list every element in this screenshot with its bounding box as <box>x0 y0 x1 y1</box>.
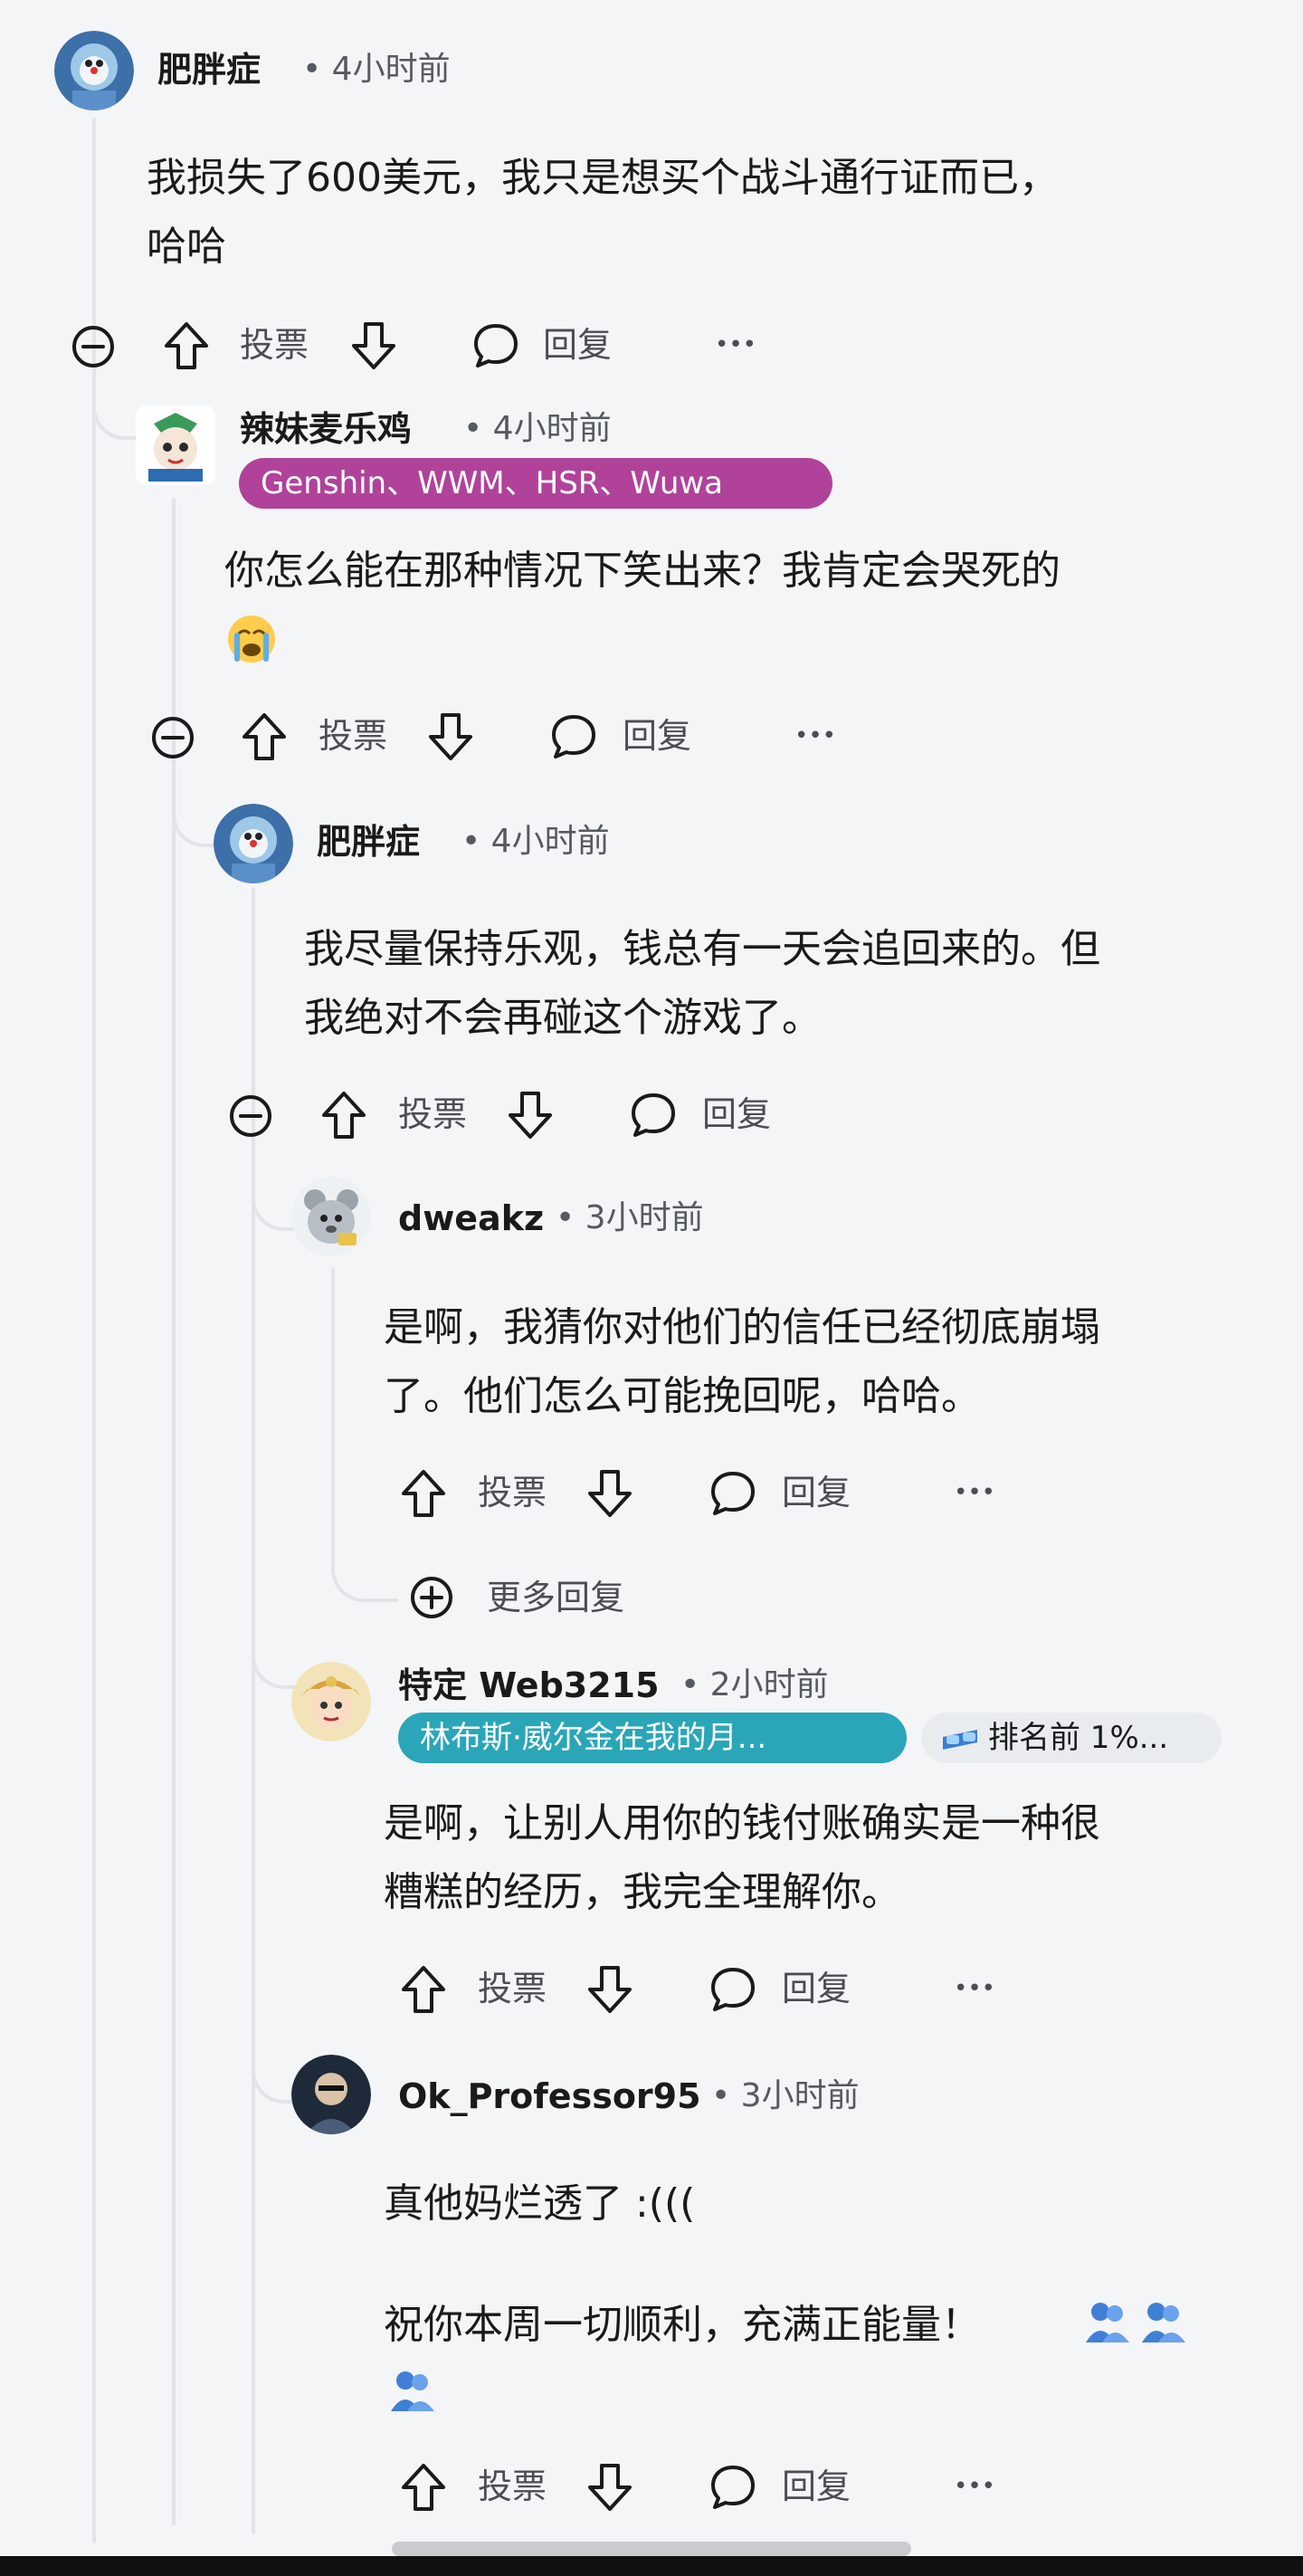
avatar[interactable] <box>291 1177 371 1256</box>
rank-label: 排名前 1%... <box>988 1720 1169 1756</box>
people-emoji <box>387 2366 438 2417</box>
more-icon[interactable]: ••• <box>954 2465 995 2508</box>
upvote-icon[interactable] <box>161 319 212 377</box>
comment-text-line: 我尽量保持乐观，钱总有一天会追回来的。但 <box>304 926 1100 972</box>
upvote-icon[interactable] <box>398 1466 449 1524</box>
reply-label[interactable]: 回复 <box>782 2465 851 2508</box>
timestamp: • 4小时前 <box>463 410 612 447</box>
vote-label: 投票 <box>478 2466 547 2506</box>
more-icon[interactable]: ••• <box>954 1967 995 2010</box>
people-emoji <box>1138 2297 1189 2348</box>
downvote-icon[interactable] <box>425 710 476 768</box>
comment-text-line: 真他妈烂透了 :((( <box>384 2180 696 2227</box>
vote-label: 投票 <box>478 1473 547 1512</box>
avatar[interactable] <box>214 804 293 883</box>
comment-text-line: 我损失了600美元，我只是想买个战斗通行证而已， <box>147 155 1059 201</box>
comment-text-line: 哈哈 <box>147 224 226 270</box>
upvote-icon[interactable] <box>319 1088 369 1146</box>
downvote-icon[interactable] <box>585 2460 635 2518</box>
user-flair: Genshin、WWM、HSR、Wuwa <box>239 458 832 509</box>
downvote-icon[interactable] <box>348 319 399 377</box>
timestamp: • 4小时前 <box>302 51 451 88</box>
more-replies-link[interactable]: 更多回复 <box>487 1576 624 1619</box>
reply-label[interactable]: 回复 <box>623 714 691 758</box>
timestamp: • 3小时前 <box>711 2077 860 2114</box>
avatar[interactable] <box>136 405 215 485</box>
more-icon[interactable]: ••• <box>954 1471 995 1514</box>
reply-label[interactable]: 回复 <box>782 1471 851 1514</box>
upvote-icon[interactable] <box>398 1962 449 2020</box>
comment-text-line: 你怎么能在那种情况下笑出来？我肯定会哭死的 <box>224 548 1060 594</box>
thread-line-1 <box>92 118 96 2543</box>
crying-emoji <box>226 614 277 664</box>
comment-icon[interactable] <box>708 2462 758 2516</box>
more-icon[interactable]: ••• <box>715 323 756 367</box>
username[interactable]: 辣妹麦乐鸡 <box>240 407 412 451</box>
collapse-icon[interactable] <box>150 715 195 764</box>
navigation-bar <box>0 2556 1303 2576</box>
comment-icon[interactable] <box>708 1468 758 1522</box>
vote-label: 投票 <box>478 1969 547 2008</box>
expand-icon[interactable] <box>409 1575 454 1624</box>
upvote-icon[interactable] <box>239 710 290 768</box>
timestamp: • 4小时前 <box>461 823 610 860</box>
reply-label[interactable]: 回复 <box>702 1092 771 1136</box>
timestamp: • 3小时前 <box>556 1199 704 1236</box>
comment-text-line: 糟糕的经历，我完全理解你。 <box>384 1869 901 1915</box>
vote-label: 投票 <box>398 1094 468 1134</box>
reply-label[interactable]: 回复 <box>782 1967 851 2010</box>
timestamp: • 2小时前 <box>680 1666 829 1703</box>
comment-text-line: 我绝对不会再碰这个游戏了。 <box>304 995 822 1041</box>
people-emoji <box>1082 2297 1133 2348</box>
upvote-icon[interactable] <box>398 2460 449 2518</box>
more-icon[interactable]: ••• <box>794 714 836 758</box>
comment-text-line: 了。他们怎么可能挽回呢，哈哈。 <box>384 1373 981 1419</box>
reply-label[interactable]: 回复 <box>543 323 612 367</box>
username[interactable]: 特定 Web3215 <box>398 1664 660 1707</box>
thread-elbow-4 <box>331 1539 398 1602</box>
avatar[interactable] <box>291 1662 371 1741</box>
collapse-icon[interactable] <box>71 324 116 373</box>
username[interactable]: 肥胖症 <box>317 820 420 863</box>
comment-text-line: 祝你本周一切顺利，充满正能量！ <box>384 2302 981 2348</box>
comment-text-line: 是啊，我猜你对他们的信任已经彻底崩塌 <box>384 1304 1100 1350</box>
vote-label: 投票 <box>240 325 309 365</box>
downvote-icon[interactable] <box>505 1088 556 1146</box>
thread-elbow-1 <box>92 364 141 440</box>
vote-label: 投票 <box>319 716 388 756</box>
collapse-icon[interactable] <box>228 1093 273 1142</box>
thread-elbow-5 <box>252 1629 300 1689</box>
comment-icon[interactable] <box>548 711 599 766</box>
scroll-indicator[interactable] <box>392 2542 911 2556</box>
user-flair: 林布斯·威尔金在我的月... <box>398 1713 907 1763</box>
avatar[interactable] <box>54 31 134 110</box>
comment-text-line: 是啊，让别人用你的钱付账确实是一种很 <box>384 1800 1100 1846</box>
username[interactable]: Ok_Professor95 <box>398 2075 701 2118</box>
comment-icon[interactable] <box>471 320 521 375</box>
avatar[interactable] <box>291 2055 371 2134</box>
downvote-icon[interactable] <box>585 1466 635 1524</box>
comment-icon[interactable] <box>708 1964 758 2018</box>
username[interactable]: dweakz <box>398 1197 544 1240</box>
goggles-icon <box>939 1722 981 1772</box>
username[interactable]: 肥胖症 <box>157 48 261 91</box>
rank-badge: 排名前 1%... <box>921 1713 1222 1763</box>
comment-icon[interactable] <box>628 1090 679 1144</box>
downvote-icon[interactable] <box>585 1962 635 2020</box>
thread-line-4 <box>331 1267 335 1575</box>
